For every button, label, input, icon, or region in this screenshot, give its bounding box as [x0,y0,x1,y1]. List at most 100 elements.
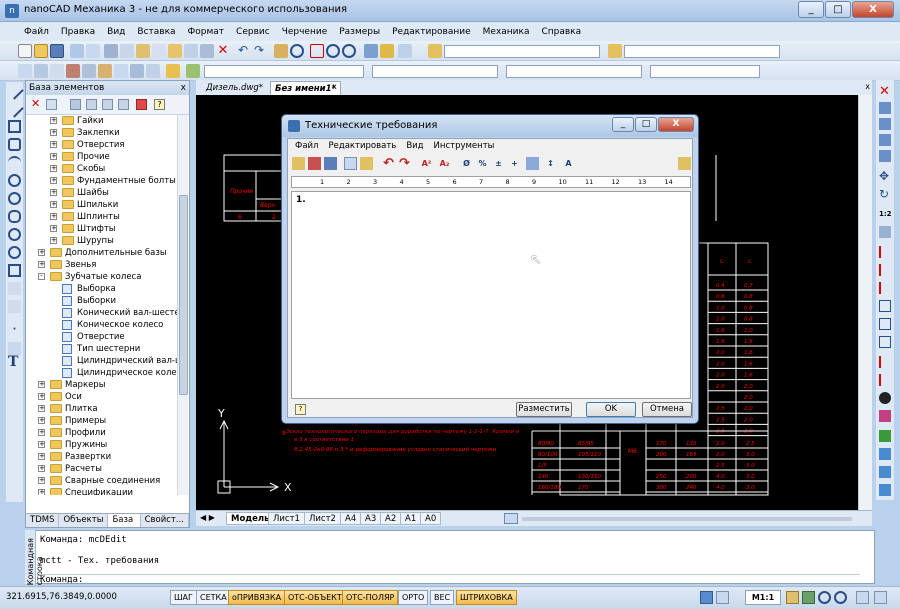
edit-text-icon[interactable] [879,410,891,422]
tree-item[interactable]: Конический вал-шестерн [26,307,178,319]
status-toggle[interactable]: ВЕС [430,590,455,605]
tab-objects[interactable]: Объекты [59,514,109,527]
status-toggle[interactable]: ШТРИХОВКА [456,590,517,605]
tree-item[interactable]: + Фундаментные болты [26,175,178,187]
measure-icon[interactable] [364,44,378,58]
ruler[interactable]: 1 2 3 4 5 6 7 8 9 10 11 12 13 14 [291,176,691,188]
expand-icon[interactable]: + [38,441,45,448]
tree-item[interactable]: + Звенья [26,259,178,271]
lineweight-combo[interactable] [650,65,760,78]
arc-icon[interactable] [8,156,21,169]
dlg-paste-icon[interactable] [344,157,357,170]
tree-item[interactable]: - Зубчатые колеса [26,271,178,283]
expand-icon[interactable]: + [50,117,57,124]
linetype-combo[interactable] [506,65,642,78]
expand-icon[interactable]: + [50,225,57,232]
format-text-icon[interactable]: A [562,157,575,170]
zoom-previous-icon[interactable] [326,44,340,58]
zoom-window-icon[interactable] [310,44,324,58]
menu-format[interactable]: Формат [182,27,231,37]
diameter-icon[interactable]: Ø [460,157,473,170]
expand-icon[interactable]: + [50,177,57,184]
tree-item[interactable]: + Оси [26,391,178,403]
horizontal-scrollbar[interactable] [522,517,852,521]
expand-icon[interactable]: + [50,141,57,148]
canvas-vertical-scrollbar[interactable] [858,95,872,510]
tab-a1[interactable]: A1 [400,512,422,525]
menu-service[interactable]: Сервис [230,27,276,37]
copy-tool-icon[interactable] [130,64,144,78]
copy-icon[interactable] [120,44,134,58]
fraction-icon[interactable]: ± [492,157,505,170]
fullscreen-icon[interactable] [856,591,869,604]
scale-icon[interactable]: 1:2 [879,208,892,220]
tree-item[interactable]: + Развертки [26,451,178,463]
check-icon[interactable] [186,64,200,78]
pencil-icon[interactable] [380,44,394,58]
tree-item[interactable]: + Заклепки [26,127,178,139]
status-toggle[interactable]: СЕТКА [196,590,231,605]
chamfer-icon[interactable] [879,318,891,330]
dialog-menu-view[interactable]: Вид [401,141,428,151]
menu-view[interactable]: Вид [101,27,131,37]
zoom-extents-icon[interactable] [342,44,356,58]
document-tab-close-icon[interactable]: x [332,82,337,91]
tab-a2[interactable]: A2 [380,512,402,525]
documents-close-icon[interactable]: x [865,82,870,91]
zoom-status-icon[interactable] [818,591,831,604]
polygon-icon[interactable] [8,138,21,151]
expand-icon[interactable]: + [50,237,57,244]
edit-element-icon[interactable] [102,99,113,110]
image-tool-icon[interactable] [114,64,128,78]
point-icon[interactable]: · [8,324,21,337]
rectangle-icon[interactable] [8,120,21,133]
subscript-icon[interactable]: A₂ [438,157,451,170]
tab-tdms[interactable]: TDMS [26,514,60,527]
dlg-library-icon[interactable] [360,157,373,170]
expand-icon[interactable]: + [50,153,57,160]
tree-item[interactable]: + Дополнительные базы [26,247,178,259]
delete-element-icon[interactable]: ✕ [31,97,40,110]
menu-help[interactable]: Справка [535,27,587,37]
model-space-icon[interactable] [700,591,713,604]
hatch-icon[interactable] [146,64,160,78]
tree-item[interactable]: Тип шестерни [26,343,178,355]
circle-2p-icon[interactable] [8,192,21,205]
tab-a4[interactable]: A4 [340,512,362,525]
preview-icon[interactable] [86,44,100,58]
expand-icon[interactable]: + [38,465,45,472]
align-icon[interactable] [82,64,96,78]
expand-icon[interactable]: + [50,165,57,172]
status-toggle[interactable]: ОТС-ПОЛЯР [342,590,399,605]
expand-icon[interactable]: + [38,405,45,412]
tree-item[interactable]: + Расчеты [26,463,178,475]
status-toggle[interactable]: ОТС-ОБЪЕКТ [284,590,346,605]
tree-item[interactable]: + Скобы [26,163,178,175]
menu-insert[interactable]: Вставка [131,27,181,37]
pan-icon[interactable] [274,44,288,58]
dim-style-icon[interactable] [608,44,622,58]
dialog-minimize-button[interactable]: _ [612,117,634,132]
tree-item[interactable]: + Шплинты [26,211,178,223]
expand-icon[interactable]: + [38,393,45,400]
search-element-icon[interactable] [46,99,57,110]
expand-icon[interactable]: + [38,381,45,388]
zoom-icon[interactable] [290,44,304,58]
extend-icon[interactable] [879,264,891,276]
maximize-button[interactable]: □ [825,1,851,18]
layer-combo[interactable] [204,65,364,78]
undo-icon[interactable]: ↶ [236,44,250,58]
plus-minus-icon[interactable]: + [508,157,521,170]
match-icon[interactable] [168,44,182,58]
percent-icon[interactable]: % [476,157,489,170]
annotation-icon[interactable] [786,591,799,604]
intersect-icon[interactable] [879,484,891,496]
ellipse-icon[interactable] [8,210,21,223]
help-icon[interactable]: ? [154,99,165,110]
tree-item[interactable]: Цилиндрическое колесо [26,367,178,379]
tab-a0[interactable]: A0 [420,512,442,525]
fillet-icon[interactable] [879,336,891,348]
sync-icon[interactable] [802,591,815,604]
tab-a3[interactable]: A3 [360,512,382,525]
save-icon[interactable] [50,44,64,58]
